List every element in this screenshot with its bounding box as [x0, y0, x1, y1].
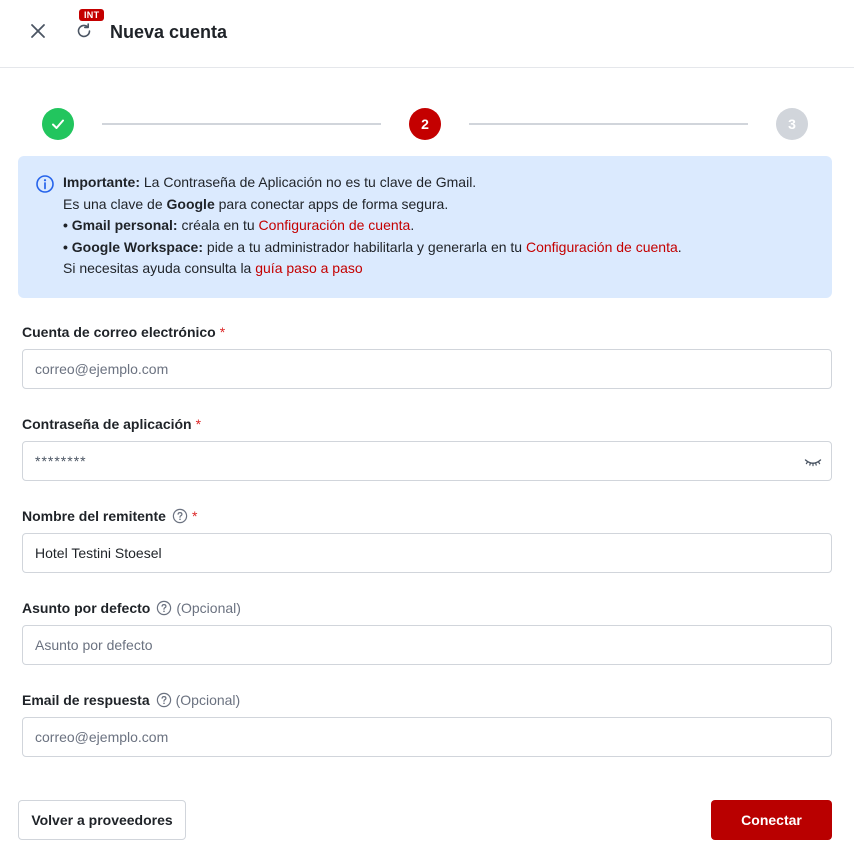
required-marker: *: [195, 416, 202, 432]
help-icon[interactable]: [156, 692, 172, 708]
step-2-active: 2: [409, 108, 441, 140]
optional-marker: (Opcional): [176, 600, 241, 616]
email-label: Cuenta de correo electrónico: [22, 324, 216, 340]
eye-closed-icon: [804, 459, 822, 467]
default-subject-input[interactable]: [22, 625, 832, 665]
info-bold: Google: [166, 195, 215, 212]
info-line-3: • Gmail personal: créala en tu Configura…: [63, 215, 682, 237]
email-input[interactable]: [22, 349, 832, 389]
stepper: 2 3: [0, 100, 854, 150]
dialog-header: INT Nueva cuenta: [0, 0, 854, 68]
info-line-5: Si necesitas ayuda consulta la guía paso…: [63, 258, 682, 280]
sender-name-input[interactable]: [22, 533, 832, 573]
info-text-span: La Contraseña de Aplicación no es tu cla…: [140, 174, 477, 190]
help-icon[interactable]: [156, 600, 172, 616]
check-icon: [52, 119, 64, 129]
close-button[interactable]: [26, 19, 50, 43]
required-marker: *: [219, 324, 226, 340]
page-title: Nueva cuenta: [110, 22, 228, 42]
sender-label: Nombre del remitente: [22, 508, 166, 524]
info-text-span: para conectar apps de forma segura.: [214, 195, 449, 212]
password-input[interactable]: [22, 441, 832, 481]
reply-to-label-row: Email de respuesta (Opcional): [22, 691, 832, 709]
step-1-completed: [42, 108, 74, 140]
info-text-span: Si necesitas ayuda consulta la: [63, 260, 256, 276]
back-to-providers-button[interactable]: Volver a proveedores: [18, 800, 186, 840]
workspace-settings-link[interactable]: Configuración de cuenta: [526, 239, 678, 255]
close-icon: [31, 24, 45, 38]
account-settings-link[interactable]: Configuración de cuenta: [259, 217, 411, 233]
email-field-group: Cuenta de correo electrónico *: [22, 323, 832, 389]
subject-label-row: Asunto por defecto (Opcional): [22, 599, 832, 617]
info-text-span: .: [677, 238, 682, 255]
info-bold: • Google Workspace:: [63, 238, 204, 255]
help-icon[interactable]: [172, 508, 188, 524]
info-line-1: Importante: La Contraseña de Aplicación …: [63, 172, 682, 194]
info-bold: Importante:: [63, 174, 140, 190]
refresh-button[interactable]: [72, 19, 96, 43]
reply-to-label: Email de respuesta: [22, 692, 150, 708]
refresh-icon: [77, 23, 91, 38]
reply-to-email-input[interactable]: [22, 717, 832, 757]
environment-badge: INT: [79, 9, 105, 21]
email-label-row: Cuenta de correo electrónico *: [22, 323, 832, 341]
sender-field-group: Nombre del remitente *: [22, 507, 832, 573]
optional-marker: (Opcional): [175, 692, 241, 708]
subject-label: Asunto por defecto: [22, 600, 151, 616]
reply-to-field-group: Email de respuesta (Opcional): [22, 691, 832, 757]
toggle-password-visibility-button[interactable]: [804, 453, 822, 471]
info-alert: Importante: La Contraseña de Aplicación …: [18, 156, 832, 298]
info-line-2: Es una clave de Google para conectar app…: [63, 194, 682, 216]
info-line-4: • Google Workspace: pide a tu administra…: [63, 237, 682, 259]
password-label: Contraseña de aplicación: [22, 416, 192, 432]
sender-label-row: Nombre del remitente *: [22, 507, 832, 525]
info-text-span: pide a tu administrador habilitarla y ge…: [203, 238, 526, 255]
step-connector: [469, 123, 748, 125]
password-label-row: Contraseña de aplicación *: [22, 415, 832, 433]
step-guide-link[interactable]: guía paso a paso: [255, 260, 362, 276]
subject-field-group: Asunto por defecto (Opcional): [22, 599, 832, 665]
info-bold: • Gmail personal:: [63, 217, 178, 233]
info-text-span: créala en tu: [177, 217, 259, 233]
required-marker: *: [191, 508, 198, 524]
connect-button[interactable]: Conectar: [711, 800, 832, 840]
info-text: Importante: La Contraseña de Aplicación …: [63, 172, 682, 280]
info-text-span: .: [410, 217, 415, 233]
info-icon: [36, 175, 54, 193]
password-field-group: Contraseña de aplicación *: [22, 415, 832, 481]
info-text-span: Es una clave de: [63, 195, 167, 212]
step-3-pending: 3: [776, 108, 808, 140]
step-connector: [102, 123, 381, 125]
